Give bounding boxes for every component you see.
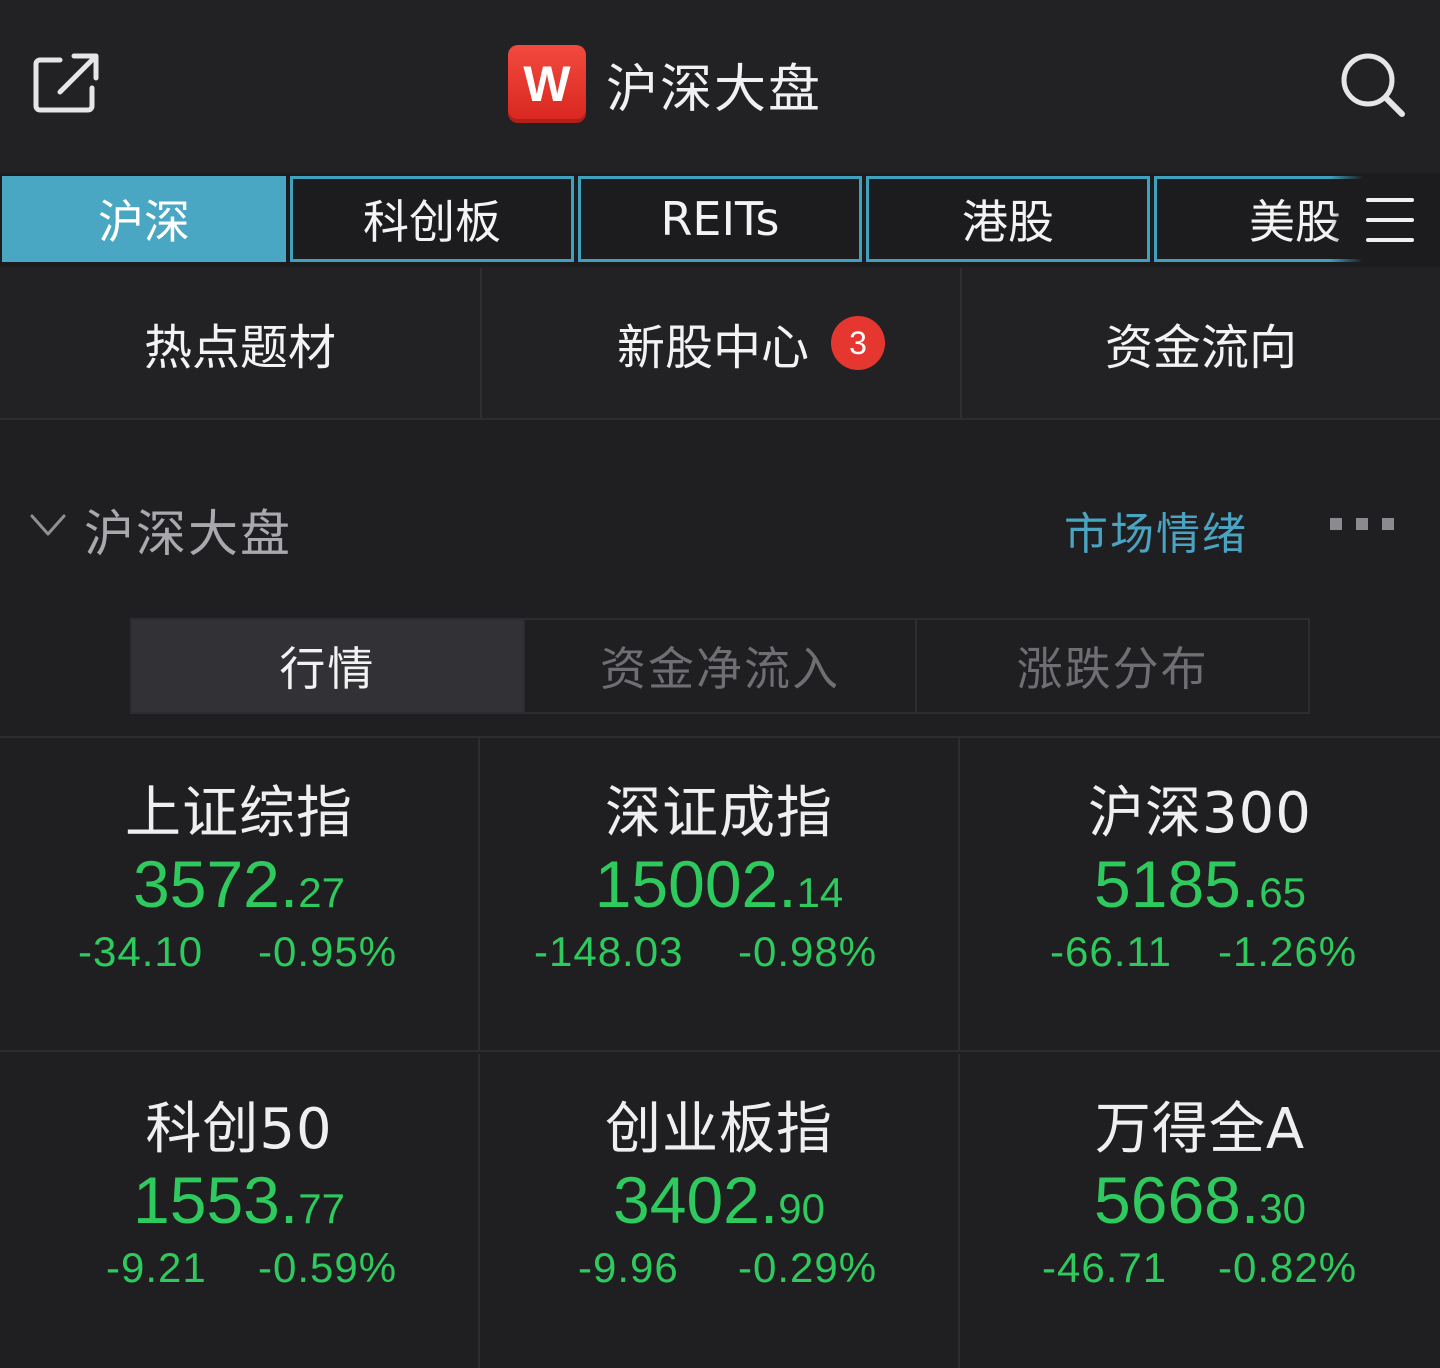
dot (1330, 518, 1342, 530)
more-icon[interactable] (1330, 518, 1396, 532)
index-card[interactable]: 万得全A 5668.30 -46.71 -0.82% (960, 1054, 1440, 1368)
tab-star-market[interactable]: 科创板 (290, 176, 574, 262)
index-price: 3402.90 (480, 1162, 958, 1238)
index-change-pct: -1.26% (1218, 928, 1358, 975)
search-icon[interactable] (1338, 50, 1408, 120)
chevron-down-icon[interactable] (28, 508, 68, 544)
dot (1356, 518, 1368, 530)
price-integer: 5668. (1094, 1163, 1260, 1237)
market-tabs: 沪深 科创板 REITs 港股 美股 (0, 174, 1440, 266)
index-price: 1553.77 (0, 1162, 478, 1238)
index-change: -66.11 (1050, 928, 1172, 975)
dot (1382, 518, 1394, 530)
index-price: 15002.14 (480, 846, 958, 922)
top-bar: W 沪深大盘 (0, 0, 1440, 172)
index-name: 创业板指 (605, 1097, 833, 1162)
index-card[interactable]: 沪深300 5185.65 -66.11 -1.26% (960, 738, 1440, 1052)
segment-net-inflow[interactable]: 资金净流入 (525, 620, 918, 712)
index-name: 上证综指 (125, 781, 353, 846)
segment-quotes[interactable]: 行情 (132, 620, 525, 712)
share-icon[interactable] (30, 50, 102, 116)
index-name: 万得全A (1094, 1097, 1306, 1162)
index-change-pct: -0.82% (1218, 1244, 1358, 1291)
index-card[interactable]: 深证成指 15002.14 -148.03 -0.98% (480, 738, 960, 1052)
price-integer: 15002. (594, 847, 797, 921)
price-integer: 3572. (133, 847, 299, 921)
shortcut-capital-flow[interactable]: 资金流向 (962, 268, 1440, 418)
page-title: 沪深大盘 (606, 59, 823, 120)
segment-distribution[interactable]: 涨跌分布 (917, 620, 1308, 712)
shortcut-label: 新股中心 (616, 320, 809, 376)
price-decimal: 27 (298, 869, 345, 916)
index-change: -9.21 (106, 1244, 207, 1291)
index-name: 沪深300 (1088, 781, 1312, 846)
price-integer: 5185. (1094, 847, 1260, 921)
index-grid: 上证综指 3572.27 -34.10 -0.95% 深证成指 15002.14… (0, 736, 1440, 1368)
index-name: 科创50 (145, 1097, 333, 1162)
price-decimal: 90 (778, 1185, 825, 1232)
index-card[interactable]: 创业板指 3402.90 -9.96 -0.29% (480, 1054, 960, 1368)
market-sentiment-link[interactable]: 市场情绪 (1064, 498, 1248, 562)
page-title-group: W 沪深大盘 (508, 44, 822, 124)
shortcut-ipo-center[interactable]: 新股中心 3 (482, 268, 960, 418)
section-title[interactable]: 沪深大盘 (84, 494, 292, 566)
index-change: -46.71 (1042, 1244, 1168, 1291)
index-change: -9.96 (578, 1244, 679, 1291)
price-decimal: 30 (1259, 1185, 1306, 1232)
price-integer: 1553. (133, 1163, 299, 1237)
index-name: 深证成指 (605, 781, 833, 846)
tab-hushen[interactable]: 沪深 (2, 176, 286, 262)
index-price: 5668.30 (960, 1162, 1440, 1238)
index-card[interactable]: 科创50 1553.77 -9.21 -0.59% (0, 1054, 480, 1368)
index-change-pct: -0.95% (258, 928, 398, 975)
index-change-pct: -0.29% (738, 1244, 878, 1291)
price-decimal: 77 (298, 1185, 345, 1232)
shortcut-label: 资金流向 (1104, 320, 1297, 376)
price-decimal: 14 (796, 869, 844, 916)
index-price: 5185.65 (960, 846, 1440, 922)
tab-reits[interactable]: REITs (578, 176, 862, 262)
index-card[interactable]: 上证综指 3572.27 -34.10 -0.95% (0, 738, 480, 1052)
index-change-pct: -0.59% (258, 1244, 398, 1291)
notification-badge: 3 (831, 316, 885, 370)
index-price: 3572.27 (0, 846, 478, 922)
index-change: -34.10 (78, 928, 204, 975)
price-integer: 3402. (613, 1163, 779, 1237)
shortcut-hot-topics[interactable]: 热点题材 (0, 268, 480, 418)
app-logo: W (508, 45, 586, 123)
tab-hk-stocks[interactable]: 港股 (866, 176, 1150, 262)
shortcut-label: 热点题材 (143, 320, 336, 376)
shortcut-row: 热点题材 新股中心 3 资金流向 (0, 268, 1440, 420)
menu-icon[interactable] (1366, 196, 1414, 244)
index-change: -148.03 (534, 928, 684, 975)
price-decimal: 65 (1259, 869, 1306, 916)
index-change-pct: -0.98% (738, 928, 878, 975)
segmented-control: 行情 资金净流入 涨跌分布 (130, 618, 1310, 714)
